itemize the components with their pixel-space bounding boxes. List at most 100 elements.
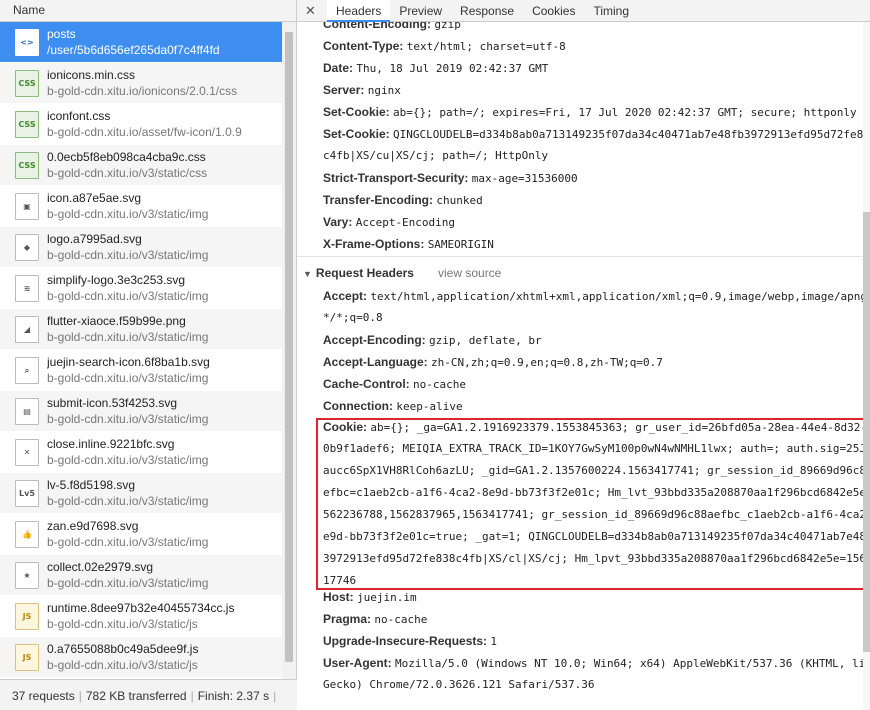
request-row[interactable]: Lv5 lv-5.f8d5198.svg b-gold-cdn.xitu.io/v3… [0,473,283,514]
request-row[interactable]: <> posts/user/5b6d656ef265da0f7c4ff4fd [0,22,283,63]
header-value: text/html,application/xhtml+xml,applicat… [370,290,863,303]
header-name: Cache-Control: [323,377,410,391]
request-name: icon.a87e5ae.svg [47,191,142,205]
scrollbar-thumb[interactable] [285,32,293,662]
request-path: b-gold-cdn.xitu.io/v3/static/img [47,248,209,262]
headers-scrollbar[interactable] [863,22,870,710]
header-name: Accept-Encoding: [323,333,426,347]
request-row[interactable]: CSS 0.0ecb5f8eb098ca4cba9c.css b-gold-cdn.… [0,145,283,186]
request-name: zan.e9d7698.svg [47,519,139,533]
header-name: Transfer-Encoding: [323,193,434,207]
header-name: Content-Encoding: [323,22,431,31]
headers-view: ▼ Request Headers view source Content-Enc… [297,22,863,710]
header-row: Upgrade-Insecure-Requests: 1 [323,630,863,653]
request-row[interactable]: ▣ icon.a87e5ae.svg b-gold-cdn.xitu.io/v3/s… [0,186,283,227]
network-status-bar: 37 requests | 782 KB transferred | Finish: 2… [0,679,297,710]
css-file-icon: CSS [15,70,39,97]
header-value: Thu, 18 Jul 2019 02:42:37 GMT [356,62,549,75]
header-row: Pragma: no-cache [323,608,863,631]
request-path: b-gold-cdn.xitu.io/v3/static/js [47,617,198,631]
request-name: iconfont.css [47,109,111,123]
header-value: text/html; charset=utf-8 [406,40,566,53]
header-value-continued: c4fb|XS/cu|XS/cj; path=/; HttpOnly [323,149,549,162]
header-row: Set-Cookie: QINGCLOUDELB=d334b8ab0a71314… [323,123,863,146]
request-row[interactable]: 👍 zan.e9d7698.svg b-gold-cdn.xitu.io/v3/st… [0,514,283,555]
request-row[interactable]: ⌕ juejin-search-icon.6f8ba1b.svg b-gold-cd… [0,350,283,391]
request-row[interactable]: CSS iconfont.css b-gold-cdn.xitu.io/asset/… [0,104,283,145]
request-row[interactable]: CSS ionicons.min.css b-gold-cdn.xitu.io/io… [0,63,283,104]
request-path: b-gold-cdn.xitu.io/asset/fw-icon/1.0.9 [47,125,242,139]
header-name: Accept-Language: [323,355,428,369]
request-list: <> posts/user/5b6d656ef265da0f7c4ff4fd CSS… [0,22,283,679]
request-row[interactable]: ★ collect.02e2979.svg b-gold-cdn.xitu.io/v… [0,555,283,596]
header-value: keep-alive [396,400,463,413]
css-file-icon: CSS [15,111,39,138]
css-file-icon: CSS [15,152,39,179]
header-name: Upgrade-Insecure-Requests: [323,634,488,648]
header-value-continued: Gecko) Chrome/72.0.3626.121 Safari/537.3… [323,678,595,691]
cookie-value-line: e9d-bb73f3f2e01c=true; _gat=1; QINGCLOUD… [323,530,863,543]
header-row: Strict-Transport-Security: max-age=31536… [323,167,863,190]
header-row: Transfer-Encoding: chunked [323,189,863,212]
header-row: Connection: keep-alive [323,395,863,418]
img-file-icon: ★ [15,562,39,589]
request-headers-section-title[interactable]: ▼ Request Headers [303,262,414,285]
header-name: Pragma: [323,612,372,626]
header-value: no-cache [413,378,466,391]
header-name: Cookie: [323,420,368,434]
img-file-icon: ✕ [15,439,39,466]
request-path: b-gold-cdn.xitu.io/v3/static/css [47,166,208,180]
tab-preview[interactable]: Preview [390,0,451,22]
cookie-header-row: Cookie: ab={}; _ga=GA1.2.1916923379.1553… [323,416,863,439]
request-path: /user/5b6d656ef265da0f7c4ff4fd [47,43,220,57]
request-name: close.inline.9221bfc.svg [47,437,175,451]
header-row: Accept: text/html,application/xhtml+xml,… [323,285,863,308]
request-name: lv-5.f8d5198.svg [47,478,136,492]
name-column-header[interactable]: Name [0,0,296,22]
request-name: collect.02e2979.svg [47,560,154,574]
request-name: runtime.8dee97b32e40455734cc.js [47,601,235,615]
header-name: Host: [323,590,354,604]
header-name: Connection: [323,399,393,413]
view-source-link[interactable]: view source [438,262,501,284]
img-file-icon: 👍 [15,521,39,548]
header-name: Vary: [323,215,353,229]
header-row: Vary: Accept-Encoding [323,211,863,234]
js-file-icon: JS [15,603,39,630]
request-row[interactable]: ✕ close.inline.9221bfc.svg b-gold-cdn.xitu… [0,432,283,473]
request-row[interactable]: ◆ logo.a7995ad.svg b-gold-cdn.xitu.io/v3/s… [0,227,283,268]
header-value: juejin.im [357,591,417,604]
request-row[interactable]: JS 0.a7655088b0c49a5dee9f.js b-gold-cdn.xi… [0,637,283,678]
request-row[interactable]: ◢ flutter-xiaoce.f59b99e.png b-gold-cdn.xi… [0,309,283,350]
header-value: QINGCLOUDELB=d334b8ab0a713149235f07da34c… [393,128,863,141]
img-file-icon: ≋ [15,275,39,302]
img-file-icon: Lv5 [15,480,39,507]
request-path: b-gold-cdn.xitu.io/v3/static/img [47,412,209,426]
request-path: b-gold-cdn.xitu.io/v3/static/img [47,371,209,385]
scrollbar-thumb[interactable] [863,212,870,652]
request-path: b-gold-cdn.xitu.io/v3/static/img [47,494,209,508]
header-value: nginx [367,84,401,97]
tab-cookies[interactable]: Cookies [523,0,584,22]
section-divider [297,256,863,257]
tab-timing[interactable]: Timing [584,0,638,22]
tab-headers[interactable]: Headers [327,0,391,22]
request-row[interactable]: ▤ submit-icon.53f4253.svg b-gold-cdn.xitu.… [0,391,283,432]
request-list-scrollbar[interactable] [282,22,296,679]
request-row[interactable]: JS runtime.8dee97b32e40455734cc.js b-gold-… [0,596,283,637]
request-path: b-gold-cdn.xitu.io/v3/static/img [47,576,209,590]
header-value: SAMEORIGIN [427,238,494,251]
tab-response[interactable]: Response [451,0,523,22]
close-icon[interactable]: ✕ [305,3,319,19]
cookie-value-line: efbc=c1aeb2cb-a1f6-4ca2-8e9d-bb73f3f2e01… [323,486,863,499]
header-name: Server: [323,83,365,97]
details-tab-bar: ✕ Headers Preview Response Cookies Timing [297,0,870,22]
header-name: Accept: [323,289,368,303]
request-name: flutter-xiaoce.f59b99e.png [47,314,186,328]
transferred-size: 782 KB transferred [85,689,187,703]
request-row[interactable]: ≋ simplify-logo.3e3c253.svg b-gold-cdn.xit… [0,268,283,309]
header-name: X-Frame-Options: [323,237,425,251]
img-file-icon: ◢ [15,316,39,343]
header-name: Set-Cookie: [323,127,390,141]
header-name: Strict-Transport-Security: [323,171,469,185]
